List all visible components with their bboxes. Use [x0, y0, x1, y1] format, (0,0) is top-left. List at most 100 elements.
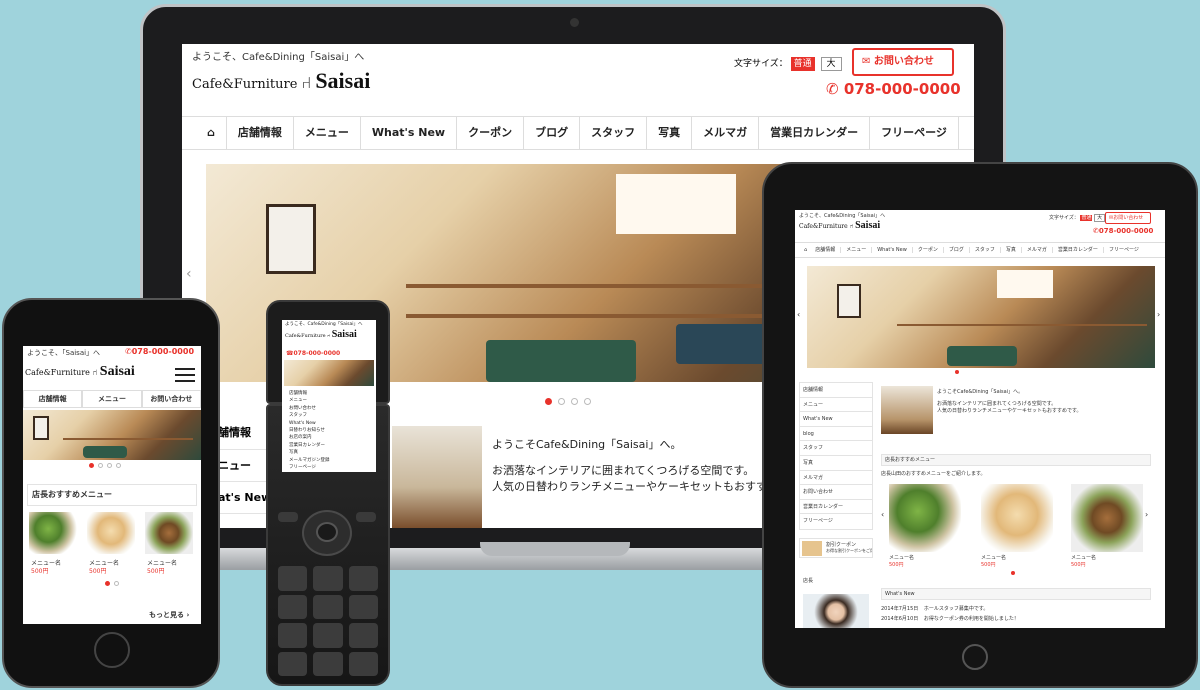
menu-item-image[interactable] [981, 484, 1053, 552]
carousel-dot[interactable] [114, 581, 119, 586]
nav-item[interactable]: 写真 [1000, 247, 1022, 253]
nav-item[interactable]: 店舗情報 [227, 117, 294, 149]
side-menu-item[interactable]: フリーページ [800, 514, 872, 529]
carousel-next-arrow[interactable]: › [1145, 510, 1148, 519]
keypad-key[interactable] [313, 651, 343, 676]
slider-dot[interactable] [584, 398, 591, 405]
menu-item-image[interactable] [889, 484, 961, 552]
contact-button[interactable]: ✉ お問い合わせ [852, 48, 954, 76]
slider-prev-arrow[interactable]: ‹ [797, 310, 800, 319]
home-icon[interactable]: ⌂ [801, 247, 810, 253]
carousel-prev-arrow[interactable]: ‹ [881, 510, 884, 519]
side-menu-item[interactable]: スタッフ [800, 441, 872, 456]
slider-dot[interactable] [545, 398, 552, 405]
keypad-key[interactable] [278, 566, 308, 591]
keypad-key[interactable] [348, 651, 378, 676]
nav-item[interactable]: 店舗情報 [810, 247, 842, 253]
font-size-normal-button[interactable]: 普通 [790, 57, 815, 71]
menu-link[interactable]: メニュー [284, 397, 374, 404]
nav-item[interactable]: メルマガ [1021, 247, 1053, 253]
slider-dot[interactable] [571, 398, 578, 405]
side-menu-item[interactable]: 店舗情報 [800, 383, 872, 398]
phone-number[interactable]: ✆078-000-0000 [1093, 227, 1153, 235]
nav-item[interactable]: 営業日カレンダー [1052, 247, 1104, 253]
menu-link[interactable]: スタッフ [284, 412, 374, 419]
slider-dot[interactable] [955, 370, 959, 374]
menu-link[interactable]: お店の案内 [284, 434, 374, 441]
site-logo[interactable]: Cafe&Furniture ⑁ Saisai [285, 329, 357, 340]
nav-item[interactable]: クーポン [912, 247, 944, 253]
slider-dot[interactable] [89, 463, 94, 468]
slider-prev-arrow[interactable]: ‹ [186, 266, 202, 286]
menu-link[interactable]: フリーページ [284, 464, 374, 471]
menu-link[interactable]: 店舗情報 [284, 390, 374, 397]
nav-item[interactable]: メルマガ [692, 117, 760, 149]
slider-next-arrow[interactable]: › [1157, 310, 1160, 319]
keypad-key[interactable] [278, 594, 308, 619]
side-menu-item[interactable]: 営業日カレンダー [800, 500, 872, 515]
menu-item-image[interactable] [145, 512, 193, 554]
site-logo[interactable]: Cafe&Furniture ⑁ Saisai [25, 364, 135, 380]
menu-link[interactable]: メールマガジン登録 [284, 457, 374, 464]
phone-number[interactable]: ☎078-000-0000 [286, 350, 340, 357]
menu-link[interactable]: お問い合わせ [284, 405, 374, 412]
navigation-center-button[interactable] [316, 522, 338, 542]
side-menu-item[interactable]: メルマガ [800, 471, 872, 486]
nav-item[interactable]: ブログ [943, 247, 970, 253]
quick-tab[interactable]: メニュー [82, 390, 142, 408]
slider-dot[interactable] [98, 463, 103, 468]
carousel-dot[interactable] [105, 581, 110, 586]
font-size-normal-button[interactable]: 普通 [1080, 215, 1093, 221]
side-menu-item[interactable]: メニュー [800, 398, 872, 413]
news-item[interactable]: 2014年6月10日 お得なクーポン券の利用を開始しました！ [881, 615, 1019, 622]
more-link[interactable]: もっと見る › [149, 610, 189, 620]
keypad-key[interactable] [278, 623, 308, 648]
nav-item[interactable]: 営業日カレンダー [759, 117, 871, 149]
side-menu-item[interactable]: お問い合わせ [800, 485, 872, 500]
keypad-key[interactable] [313, 566, 343, 591]
hamburger-menu-icon[interactable] [175, 368, 195, 382]
slider-dot[interactable] [558, 398, 565, 405]
side-menu-item[interactable]: 写真 [800, 456, 872, 471]
carousel-dot[interactable] [1011, 571, 1015, 575]
side-menu-item[interactable]: blog [800, 427, 872, 442]
smartphone-home-button[interactable] [94, 632, 130, 668]
contact-button[interactable]: ✉お問い合わせ [1105, 212, 1151, 224]
soft-key-right[interactable] [356, 512, 376, 522]
nav-item[interactable]: クーポン [457, 117, 525, 149]
nav-item[interactable]: What's New [872, 247, 913, 253]
quick-tab[interactable]: 店舗情報 [23, 390, 83, 408]
quick-tab[interactable]: お問い合わせ [141, 390, 201, 408]
nav-item[interactable]: ブログ [524, 117, 581, 149]
news-item[interactable]: 2014年7月15日 ホールスタッフ募集中です。 [881, 605, 988, 612]
menu-item-image[interactable] [29, 512, 77, 554]
site-logo[interactable]: Cafe&Furniture ⑁ Saisai [192, 68, 370, 94]
nav-item[interactable]: 写真 [647, 117, 693, 149]
menu-link[interactable]: 写真 [284, 449, 374, 456]
phone-number[interactable]: ✆ 078-000-0000 [826, 80, 961, 98]
side-menu-item[interactable]: What's New [800, 412, 872, 427]
font-size-large-button[interactable]: 大 [1094, 214, 1106, 222]
keypad-key[interactable] [348, 594, 378, 619]
nav-item[interactable]: メニュー [294, 117, 361, 149]
font-size-large-button[interactable]: 大 [820, 57, 842, 71]
keypad-key[interactable] [348, 566, 378, 591]
menu-link[interactable]: 日替わりお知らせ [284, 427, 374, 434]
nav-item[interactable]: フリーページ [870, 117, 959, 149]
tablet-home-button[interactable] [962, 644, 988, 670]
keypad-key[interactable] [348, 623, 378, 648]
phone-number[interactable]: ✆078-000-0000 [125, 347, 194, 356]
nav-item[interactable]: スタッフ [580, 117, 648, 149]
nav-item[interactable]: メニュー [841, 247, 873, 253]
keypad-key[interactable] [313, 594, 343, 619]
nav-item[interactable]: What's New [361, 117, 458, 149]
slider-dot[interactable] [116, 463, 121, 468]
soft-key-left[interactable] [278, 512, 298, 522]
menu-item-image[interactable] [1071, 484, 1143, 552]
site-logo[interactable]: Cafe&Furniture ⑁ Saisai [799, 220, 880, 231]
menu-link[interactable]: 営業日カレンダー [284, 442, 374, 449]
menu-link[interactable]: What's New [284, 420, 374, 427]
coupon-banner[interactable]: 割引クーポン お得な割引クーポンをご用意しております。 [799, 538, 873, 558]
nav-item[interactable]: スタッフ [969, 247, 1001, 253]
slider-dot[interactable] [107, 463, 112, 468]
